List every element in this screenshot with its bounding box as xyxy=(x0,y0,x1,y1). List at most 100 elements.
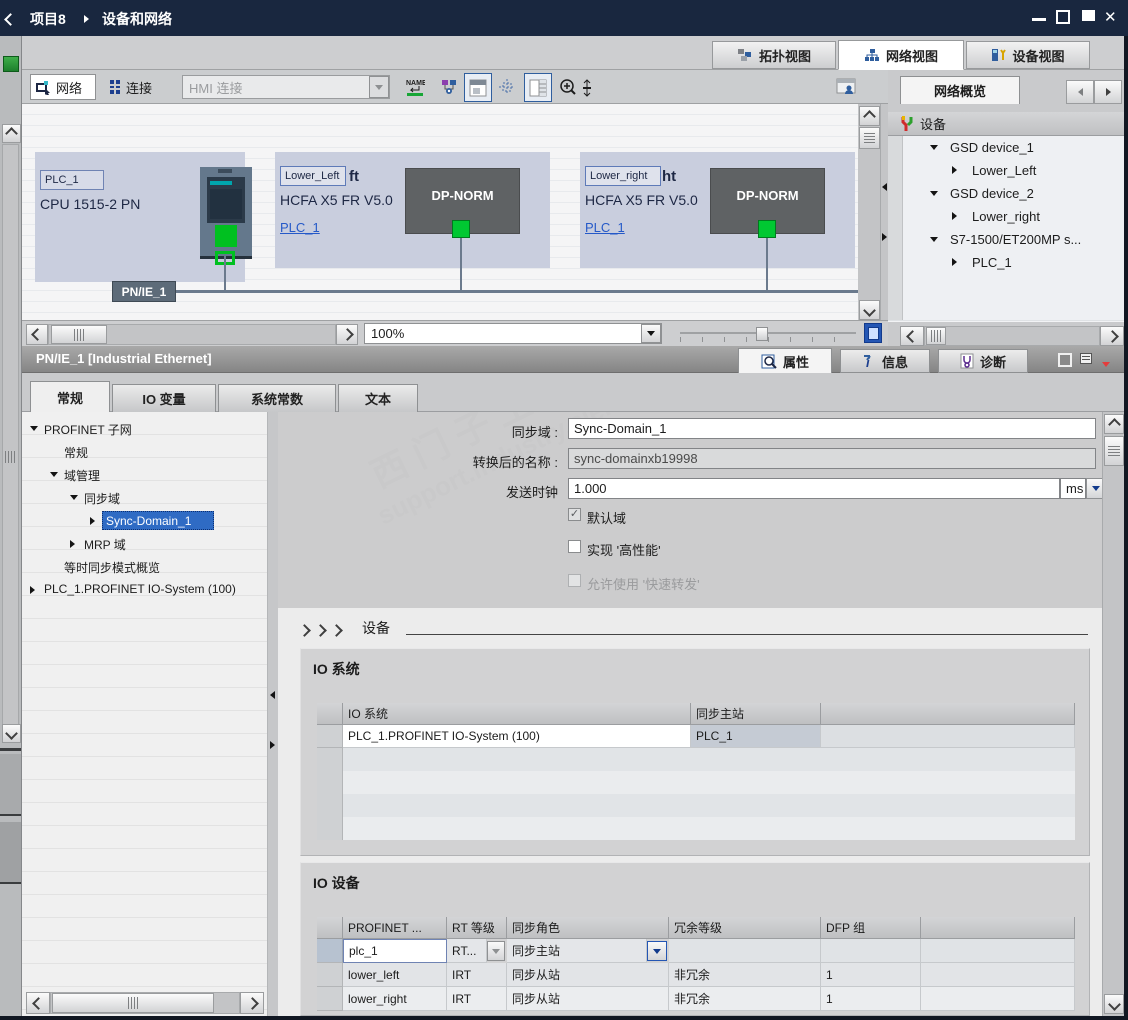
connections-button[interactable]: 连接 xyxy=(104,74,176,100)
relations-button[interactable] xyxy=(436,74,462,100)
zoom-combo-dropdown-icon[interactable] xyxy=(641,324,661,343)
overview-page-right-icon[interactable] xyxy=(1094,80,1122,104)
hmi-combo-dropdown-icon[interactable] xyxy=(369,76,389,98)
io-devices-col-rt[interactable]: RT 等级 xyxy=(447,917,507,939)
canvas-hscroll-right-icon[interactable] xyxy=(336,324,358,345)
overview-hscroll-grip[interactable] xyxy=(926,327,946,345)
subtab-io-tags[interactable]: IO 变量 xyxy=(112,384,216,412)
zoom-slider-thumb[interactable] xyxy=(756,327,768,341)
splitter-collapse-right-icon[interactable] xyxy=(882,230,887,244)
io-device-row[interactable]: lower_left IRT 同步从站 非冗余 1 xyxy=(317,963,1075,987)
zoom-in-button[interactable] xyxy=(556,74,580,100)
io-system-row[interactable]: PLC_1.PROFINET IO-System (100) PLC_1 xyxy=(317,725,1075,748)
tree-item-mrp-domain[interactable]: MRP 域 xyxy=(22,533,266,556)
zoom-slider[interactable] xyxy=(680,325,856,343)
device-lower-right-name-plate[interactable]: Lower_right xyxy=(585,166,661,186)
plc-cpu-image[interactable] xyxy=(200,167,252,265)
io-devices-col-name[interactable]: PROFINET ... xyxy=(343,917,447,939)
interface-overview-button[interactable] xyxy=(834,76,858,98)
rt-dropdown-icon[interactable] xyxy=(487,941,505,961)
expander-icon[interactable] xyxy=(952,212,957,220)
canvas-scroll-down-icon[interactable] xyxy=(859,300,880,320)
expander-icon[interactable] xyxy=(952,166,957,174)
default-domain-checkbox[interactable] xyxy=(568,508,581,521)
expander-icon[interactable] xyxy=(70,495,78,500)
close-button[interactable]: ✕ xyxy=(1104,8,1117,26)
rail-scroll-up-icon[interactable] xyxy=(2,124,21,143)
minimize-button[interactable] xyxy=(1032,18,1046,21)
overview-row[interactable]: S7-1500/ET200MP s... xyxy=(888,228,1128,252)
expander-icon[interactable] xyxy=(70,540,75,548)
section-chevron-icon[interactable] xyxy=(330,624,343,638)
hmi-connection-combo[interactable]: HMI 连接 xyxy=(182,75,390,99)
back-icon[interactable] xyxy=(4,13,17,27)
tree-splitter-right-icon[interactable] xyxy=(270,738,275,752)
tab-device-view[interactable]: 设备视图 xyxy=(966,41,1090,69)
device-lower-left-name-plate[interactable]: Lower_Left xyxy=(280,166,346,186)
send-clock-input[interactable]: 1.000 xyxy=(568,478,1060,499)
tree-splitter[interactable] xyxy=(268,412,278,1016)
tree-item-profinet-subnet[interactable]: PROFINET 子网 xyxy=(22,418,266,441)
fit-to-window-icon[interactable] xyxy=(864,323,882,343)
panel-collapse-icon[interactable] xyxy=(1080,353,1092,364)
sync-domain-input[interactable]: Sync-Domain_1 xyxy=(568,418,1096,439)
port-green-right[interactable] xyxy=(758,220,776,238)
overview-row[interactable]: Lower_right xyxy=(888,205,1128,229)
bus-line[interactable] xyxy=(118,290,858,293)
canvas-vscroll-grip[interactable] xyxy=(859,127,880,149)
tree-item-sync-domain-1[interactable]: Sync-Domain_1 xyxy=(22,510,266,533)
device-plc1-name-plate[interactable]: PLC_1 xyxy=(40,170,104,190)
overview-hscroll-right-icon[interactable] xyxy=(1100,326,1124,346)
tree-hscroll-right-icon[interactable] xyxy=(240,992,264,1014)
tree-item-io-system[interactable]: PLC_1.PROFINET IO-System (100) xyxy=(22,579,266,602)
expander-icon[interactable] xyxy=(930,191,938,196)
grid-button[interactable] xyxy=(494,74,520,100)
rail-scrollbar[interactable] xyxy=(2,144,19,736)
panel-down-icon[interactable] xyxy=(1102,356,1110,370)
subtab-system-constants[interactable]: 系统常数 xyxy=(218,384,336,412)
high-performance-checkbox[interactable] xyxy=(568,540,581,553)
overview-row[interactable]: GSD device_1 xyxy=(888,136,1128,160)
breadcrumb-page[interactable]: 设备和网络 xyxy=(102,9,172,29)
tab-network-view[interactable]: 网络视图 xyxy=(838,40,964,70)
overview-header-row[interactable]: 设备 xyxy=(888,112,1128,136)
expander-icon[interactable] xyxy=(90,517,95,525)
canvas-hscroll-grip[interactable] xyxy=(51,325,107,344)
expander-icon[interactable] xyxy=(50,472,58,477)
device-lower-right-master-link[interactable]: PLC_1 xyxy=(585,220,625,235)
io-system-col-system[interactable]: IO 系统 xyxy=(343,703,691,725)
assign-name-button[interactable]: NAME xyxy=(402,74,428,100)
overview-page-left-icon[interactable] xyxy=(1066,80,1094,104)
canvas-scroll-up-icon[interactable] xyxy=(859,106,880,126)
devices-section-label[interactable]: 设备 xyxy=(362,618,390,638)
properties-vscrollbar[interactable] xyxy=(1102,412,1124,1016)
devices-section-nav[interactable]: 设备 xyxy=(278,608,1102,648)
tree-item-sync-domain[interactable]: 同步域 xyxy=(22,487,266,510)
tab-diagnostics[interactable]: 诊断 xyxy=(938,349,1028,373)
overview-row[interactable]: Lower_Left xyxy=(888,159,1128,183)
section-chevron-icon[interactable] xyxy=(314,624,327,638)
subtab-texts[interactable]: 文本 xyxy=(338,384,418,412)
overview-row[interactable]: PLC_1 xyxy=(888,251,1128,275)
expander-icon[interactable] xyxy=(930,145,938,150)
overview-splitter[interactable] xyxy=(880,104,888,346)
rail-collapsed-pane[interactable] xyxy=(0,754,21,816)
network-canvas[interactable]: PLC_1 CPU 1515-2 PN ft Lower_Left HCFA X… xyxy=(22,104,858,320)
table-toggle[interactable] xyxy=(524,73,552,102)
maximize-button[interactable] xyxy=(1082,10,1095,21)
send-clock-dropdown-icon[interactable] xyxy=(1086,478,1102,499)
io-device-rt-cell[interactable]: RT... xyxy=(447,939,487,963)
tree-item-domain-management[interactable]: 域管理 xyxy=(22,464,266,487)
tab-properties[interactable]: 属性 xyxy=(738,348,832,373)
port-green-left[interactable] xyxy=(452,220,470,238)
tree-item-isochronous-overview[interactable]: 等时同步模式概览 xyxy=(22,556,266,579)
rail-collapsed-pane-2[interactable] xyxy=(0,822,21,884)
expander-icon[interactable] xyxy=(930,237,938,242)
io-device-role-cell[interactable]: 同步主站 xyxy=(507,939,647,963)
overview-row[interactable]: GSD device_2 xyxy=(888,182,1128,206)
splitter-collapse-left-icon[interactable] xyxy=(882,180,887,194)
restore-button[interactable] xyxy=(1056,10,1070,24)
show-io-toggle[interactable] xyxy=(464,73,492,102)
subnet-label[interactable]: PN/IE_1 xyxy=(112,281,176,302)
tree-hscroll-left-icon[interactable] xyxy=(26,992,50,1014)
